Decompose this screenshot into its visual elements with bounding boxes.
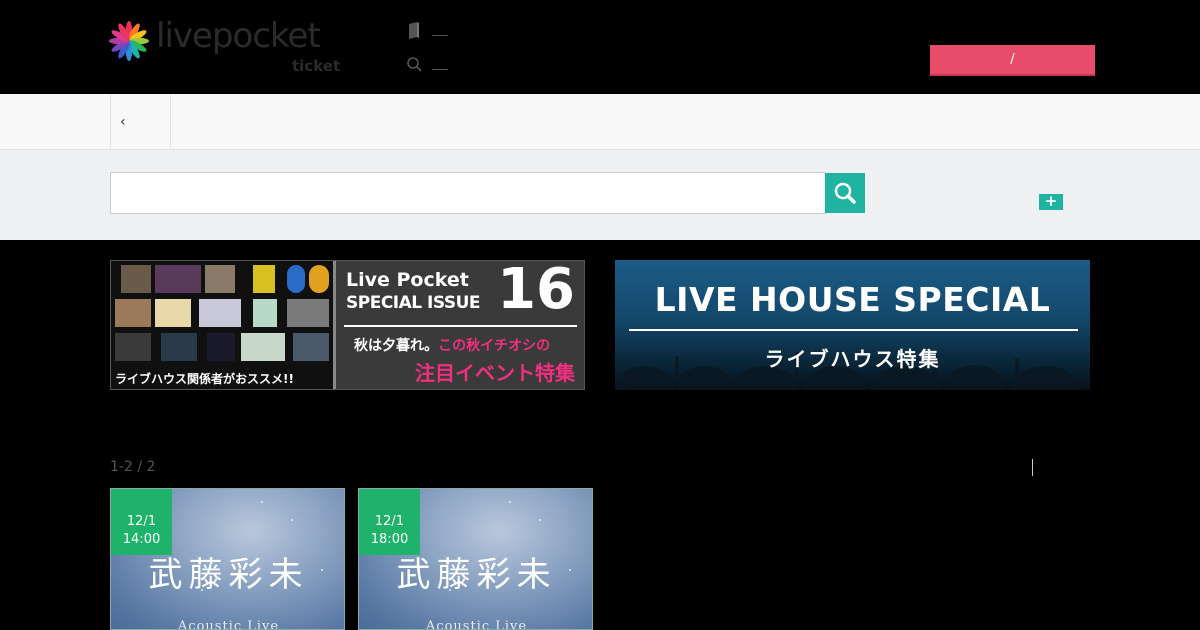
- sparkle-decoration: [539, 519, 541, 521]
- banner-divider: [629, 329, 1078, 331]
- search-section: +: [0, 150, 1200, 240]
- thumbnail-image: [155, 265, 201, 293]
- thumbnail-image: [309, 265, 329, 293]
- event-card[interactable]: 12/1 18:00 武藤彩未 Acoustic Live: [358, 488, 593, 630]
- banner-brand-text: Live Pocket: [346, 269, 469, 291]
- logo-wordmark: livepocket: [156, 16, 321, 56]
- banner-subtitle: ライブハウス特集: [764, 347, 941, 371]
- back-button[interactable]: ‹: [110, 94, 171, 150]
- banner-caption: ライブハウス関係者がおススメ!!: [115, 372, 294, 386]
- sparkle-decoration: [291, 519, 293, 521]
- banner-thumbnail-grid: ライブハウス関係者がおススメ!!: [111, 261, 333, 389]
- thumbnail-image: [253, 265, 275, 293]
- thumbnail-image: [241, 333, 285, 361]
- event-title: 武藤彩未: [148, 555, 309, 595]
- banner-feature-title: 注目イベント特集: [415, 361, 575, 385]
- live-house-special-banner[interactable]: LIVE HOUSE SPECIAL ライブハウス特集: [615, 260, 1090, 390]
- nav-search-link[interactable]: [406, 56, 466, 76]
- advanced-search-toggle[interactable]: +: [1039, 194, 1063, 210]
- special-issue-banner[interactable]: ライブハウス関係者がおススメ!! Live Pocket SPECIAL ISS…: [110, 260, 585, 390]
- banner-title: LIVE HOUSE SPECIAL: [654, 280, 1051, 319]
- thumbnail-image: [115, 299, 151, 327]
- thumbnail-image: [207, 333, 235, 361]
- thumbnail-image: [253, 299, 277, 327]
- search-icon: [834, 182, 856, 204]
- event-date: 12/1: [126, 514, 157, 529]
- nav-guide-label: [432, 26, 449, 36]
- event-title: 武藤彩未: [396, 555, 557, 595]
- banner-tagline-pink: この秋イチオシの: [438, 338, 551, 354]
- result-count: 1-2 / 2: [110, 459, 156, 475]
- thumbnail-image: [199, 299, 241, 327]
- thumbnail-image: [121, 265, 151, 293]
- site-header: livepocket ticket /: [0, 0, 1200, 94]
- event-subtitle: Acoustic Live: [425, 619, 528, 630]
- book-icon: [409, 22, 419, 39]
- thumbnail-image: [161, 333, 197, 361]
- event-subtitle: Acoustic Live: [177, 619, 280, 630]
- thumbnail-image: [205, 265, 235, 293]
- logo-subtext: ticket: [292, 57, 341, 75]
- search-input[interactable]: [110, 172, 826, 214]
- nav-search-label: [432, 60, 449, 70]
- banner-text-panel: Live Pocket SPECIAL ISSUE 16 秋は夕暮れ。この秋イチ…: [333, 260, 584, 389]
- banner-divider: [344, 325, 577, 327]
- thumbnail-image: [287, 299, 329, 327]
- sparkle-decoration: [509, 501, 511, 503]
- event-card[interactable]: 12/1 14:00 武藤彩未 Acoustic Live: [110, 488, 345, 630]
- thumbnail-image: [287, 265, 305, 293]
- date-badge: 12/1 14:00: [111, 489, 172, 555]
- sort-divider: [1032, 459, 1033, 476]
- date-badge: 12/1 18:00: [359, 489, 420, 555]
- site-logo[interactable]: livepocket ticket: [108, 16, 348, 78]
- thumbnail-image: [293, 333, 329, 361]
- banner-tagline-white: 秋は夕暮れ。: [354, 338, 439, 354]
- event-date: 12/1: [374, 514, 405, 529]
- banner-tagline: 秋は夕暮れ。この秋イチオシの: [354, 335, 550, 355]
- search-button[interactable]: [825, 173, 865, 213]
- thumbnail-image: [155, 299, 191, 327]
- banner-issue-number: 16: [497, 260, 575, 322]
- search-icon: [407, 57, 422, 72]
- nav-guide-link[interactable]: [406, 22, 466, 42]
- breadcrumb: ‹: [0, 94, 1200, 150]
- login-register-button[interactable]: /: [930, 45, 1095, 76]
- thumbnail-image: [115, 333, 151, 361]
- banner-issue-text: SPECIAL ISSUE: [346, 293, 481, 313]
- sparkle-decoration: [261, 501, 263, 503]
- flower-logo-icon: [109, 21, 149, 61]
